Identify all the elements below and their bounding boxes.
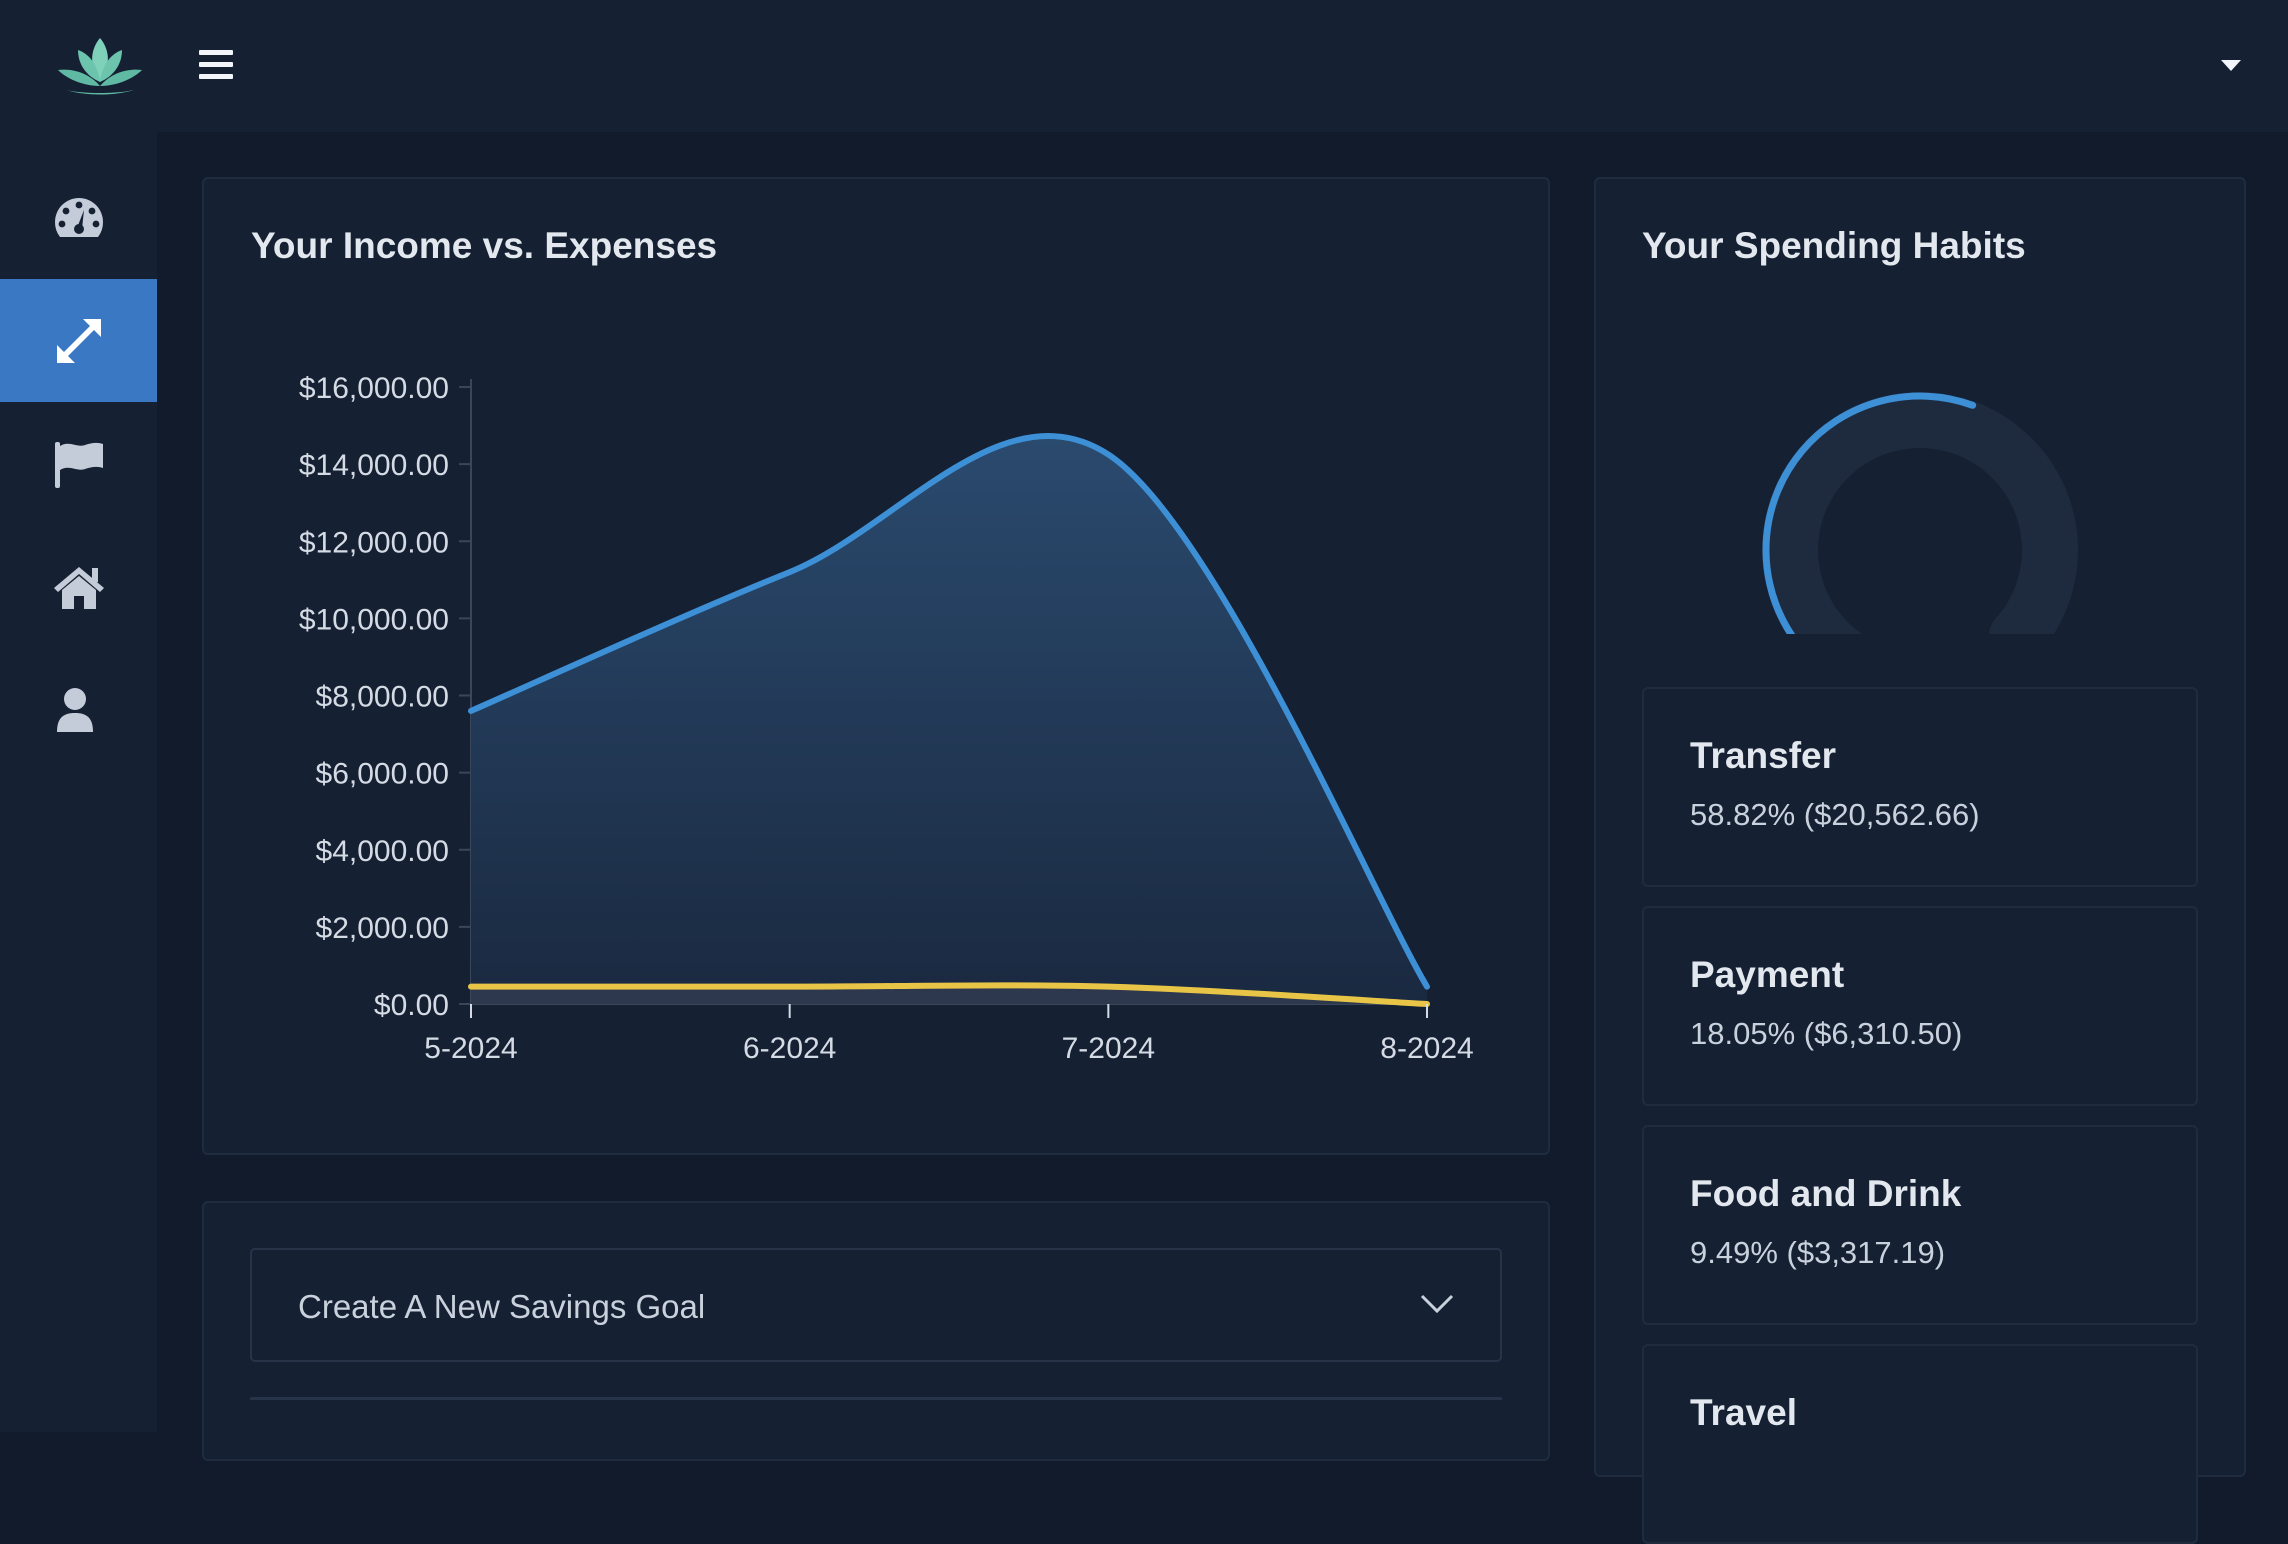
habit-name: Food and Drink — [1690, 1173, 1961, 1215]
expand-arrows-icon — [51, 313, 107, 369]
user-icon — [51, 682, 107, 738]
spending-donut-chart — [1760, 380, 2080, 634]
create-savings-goal-dropdown[interactable]: Create A New Savings Goal — [250, 1248, 1502, 1362]
lotus-icon[interactable] — [56, 36, 144, 98]
caret-down-icon[interactable] — [2220, 58, 2242, 72]
card-title: Your Income vs. Expenses — [251, 225, 717, 267]
card-title: Your Spending Habits — [1642, 225, 2026, 267]
habit-item-travel: Travel — [1642, 1344, 2198, 1544]
habit-value: 9.49% ($3,317.19) — [1690, 1235, 1945, 1271]
flag-icon — [51, 436, 107, 492]
top-navbar — [0, 0, 2288, 132]
habit-value: 18.05% ($6,310.50) — [1690, 1016, 1962, 1052]
income-expenses-card: Your Income vs. Expenses — [202, 177, 1550, 1155]
habit-name: Payment — [1690, 954, 1844, 996]
sidebar-item-home[interactable] — [0, 525, 157, 648]
habit-item-payment: Payment 18.05% ($6,310.50) — [1642, 906, 2198, 1106]
chevron-down-icon — [1420, 1292, 1454, 1316]
habit-item-transfer: Transfer 58.82% ($20,562.66) — [1642, 687, 2198, 887]
donut-track — [1790, 420, 2050, 634]
sidebar-item-transactions[interactable] — [0, 279, 157, 402]
habit-item-food-and-drink: Food and Drink 9.49% ($3,317.19) — [1642, 1125, 2198, 1325]
dashboard-gauge-icon — [51, 190, 107, 246]
sidebar-item-goals[interactable] — [0, 402, 157, 525]
sidebar-item-profile[interactable] — [0, 648, 157, 771]
hamburger-menu-icon[interactable] — [199, 50, 233, 80]
habit-name: Travel — [1690, 1392, 1797, 1434]
habit-name: Transfer — [1690, 735, 1836, 777]
dropdown-label: Create A New Savings Goal — [298, 1288, 705, 1326]
divider — [250, 1397, 1502, 1400]
habit-value: 58.82% ($20,562.66) — [1690, 797, 1980, 833]
sidebar-item-dashboard[interactable] — [0, 156, 157, 279]
home-icon — [51, 559, 107, 615]
